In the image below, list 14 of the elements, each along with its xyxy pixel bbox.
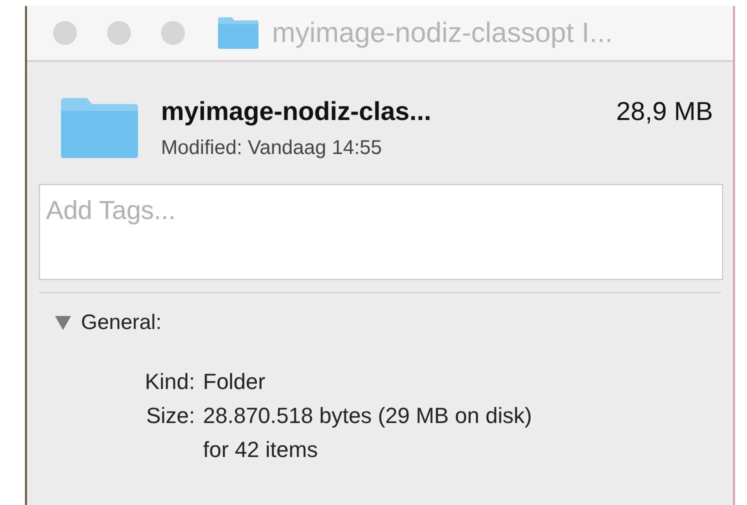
section-title: General: xyxy=(81,311,162,335)
folder-icon xyxy=(217,16,259,50)
window-title: myimage-nodiz-classopt I... xyxy=(272,17,613,49)
field-label: Kind: xyxy=(144,369,195,395)
modified-date: Modified: Vandaag 14:55 xyxy=(161,137,383,160)
field-value: 28.870.518 bytes (29 MB on disk) xyxy=(203,403,533,429)
file-name: myimage-nodiz-clas... xyxy=(161,96,432,127)
field-value: for 42 items xyxy=(203,437,319,463)
disclosure-triangle-icon[interactable] xyxy=(55,316,71,330)
field-label: Size: xyxy=(145,403,195,429)
folder-icon xyxy=(59,96,139,160)
field-value: Folder xyxy=(203,369,266,395)
tags-field[interactable]: Add Tags... xyxy=(39,184,723,280)
file-size: 28,9 MB xyxy=(616,96,713,127)
